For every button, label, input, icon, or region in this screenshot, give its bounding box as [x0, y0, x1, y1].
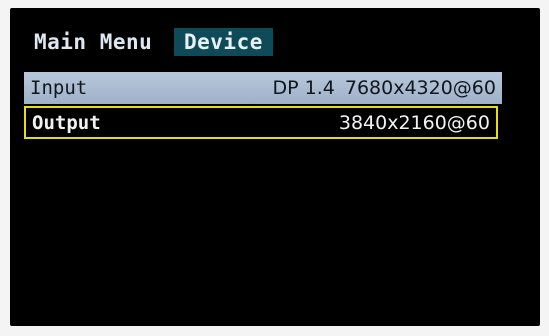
input-resolution-value: 7680x4320@60 [344, 77, 496, 99]
input-port-value: DP 1.4 [272, 77, 335, 99]
menu-row-input[interactable]: Input DP 1.4 7680x4320@60 [24, 72, 502, 104]
row-value-output: 3840x2160@60 [339, 112, 490, 134]
osd-screen: Main Menu Device Input DP 1.4 7680x4320@6… [10, 8, 540, 326]
output-resolution-value: 3840x2160@60 [338, 111, 490, 134]
tab-device[interactable]: Device [174, 28, 273, 56]
row-value-input: DP 1.4 7680x4320@60 [273, 77, 496, 99]
row-label-output: Output [32, 111, 101, 134]
row-label-input: Input [30, 77, 88, 99]
device-bezel: Main Menu Device Input DP 1.4 7680x4320@6… [0, 0, 549, 336]
menu-row-output[interactable]: Output 3840x2160@60 [24, 106, 498, 139]
tab-main-menu[interactable]: Main Menu [34, 28, 152, 56]
menu-tab-bar: Main Menu Device [10, 8, 540, 64]
